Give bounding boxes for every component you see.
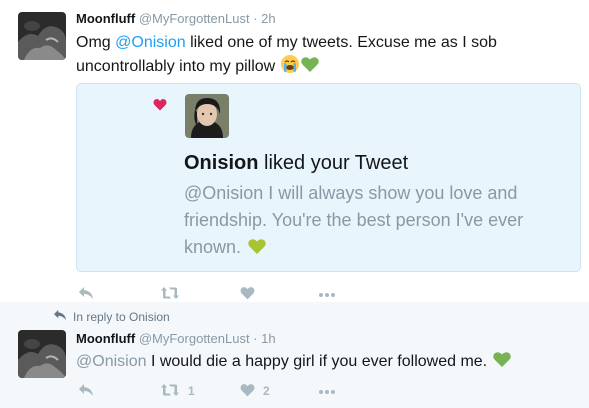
reply-button[interactable] (78, 284, 94, 304)
more-button[interactable] (318, 284, 336, 304)
retweet-button[interactable]: 1 (160, 381, 195, 401)
quoted-notification-card[interactable]: Onision liked your Tweet @Onision I will… (76, 83, 581, 272)
retweet-button[interactable] (160, 284, 180, 304)
actor-name[interactable]: Onision (184, 152, 258, 174)
mention-link[interactable]: @Onision (115, 34, 186, 51)
username[interactable]: @MyForgottenLust (139, 331, 250, 346)
separator-dot: · (253, 11, 258, 26)
tweet-text: Omg @Onision liked one of my tweets. Exc… (76, 32, 576, 81)
reply-icon (78, 286, 94, 303)
notification-title: Onision liked your Tweet (184, 150, 408, 176)
quoted-text: @Onision I will always show you love and… (184, 183, 524, 257)
tweet-header: Moonfluff @MyForgottenLust · 1h (76, 331, 276, 347)
tweet-header: Moonfluff @MyForgottenLust · 2h (76, 11, 276, 27)
quoted-tweet-text: @Onision I will always show you love and… (184, 180, 564, 264)
tweet-text-line2: uncontrollably into my pillow (76, 58, 276, 75)
tweet-actions (78, 284, 378, 304)
heart-icon (240, 383, 255, 400)
heart-icon (240, 286, 255, 303)
tweet-text-line1: liked one of my tweets. Excuse me as I s… (185, 34, 497, 51)
separator-dot: · (253, 331, 258, 346)
timestamp[interactable]: 1h (261, 331, 275, 346)
mention-link[interactable]: @Onision (76, 353, 147, 370)
reply-icon (78, 383, 94, 400)
tweet-actions: 1 2 (78, 381, 378, 401)
tweet-text: @Onision I would die a happy girl if you… (76, 349, 581, 376)
heart-icon (153, 98, 167, 116)
more-icon (318, 384, 336, 398)
username[interactable]: @MyForgottenLust (139, 11, 250, 26)
green-heart-icon (246, 236, 268, 264)
tweet[interactable]: Moonfluff @MyForgottenLust · 2h Omg @Oni… (0, 0, 589, 302)
reply-button[interactable] (78, 381, 94, 401)
timestamp[interactable]: 2h (261, 11, 275, 26)
like-button[interactable]: 2 (240, 381, 270, 401)
display-name[interactable]: Moonfluff (76, 11, 135, 26)
notification-action: liked your Tweet (258, 152, 409, 174)
more-icon (318, 287, 336, 301)
retweet-count: 1 (188, 384, 195, 398)
retweet-icon (160, 286, 180, 303)
loudly-crying-face-icon (280, 54, 300, 81)
like-button[interactable] (240, 284, 255, 304)
actor-avatar[interactable] (185, 94, 229, 138)
green-heart-icon (492, 349, 512, 376)
tweet-text-start: Omg (76, 34, 116, 51)
reply-icon (53, 309, 67, 325)
green-heart-icon (300, 54, 320, 81)
tweet-text-body: I would die a happy girl if you ever fol… (146, 353, 488, 370)
display-name[interactable]: Moonfluff (76, 331, 135, 346)
user-avatar[interactable] (18, 330, 66, 378)
in-reply-to-label[interactable]: In reply to Onision (73, 309, 170, 325)
more-button[interactable] (318, 381, 336, 401)
user-avatar[interactable] (18, 12, 66, 60)
like-count: 2 (263, 384, 270, 398)
in-reply-to-context[interactable]: In reply to Onision (53, 309, 170, 325)
retweet-icon (160, 383, 180, 400)
